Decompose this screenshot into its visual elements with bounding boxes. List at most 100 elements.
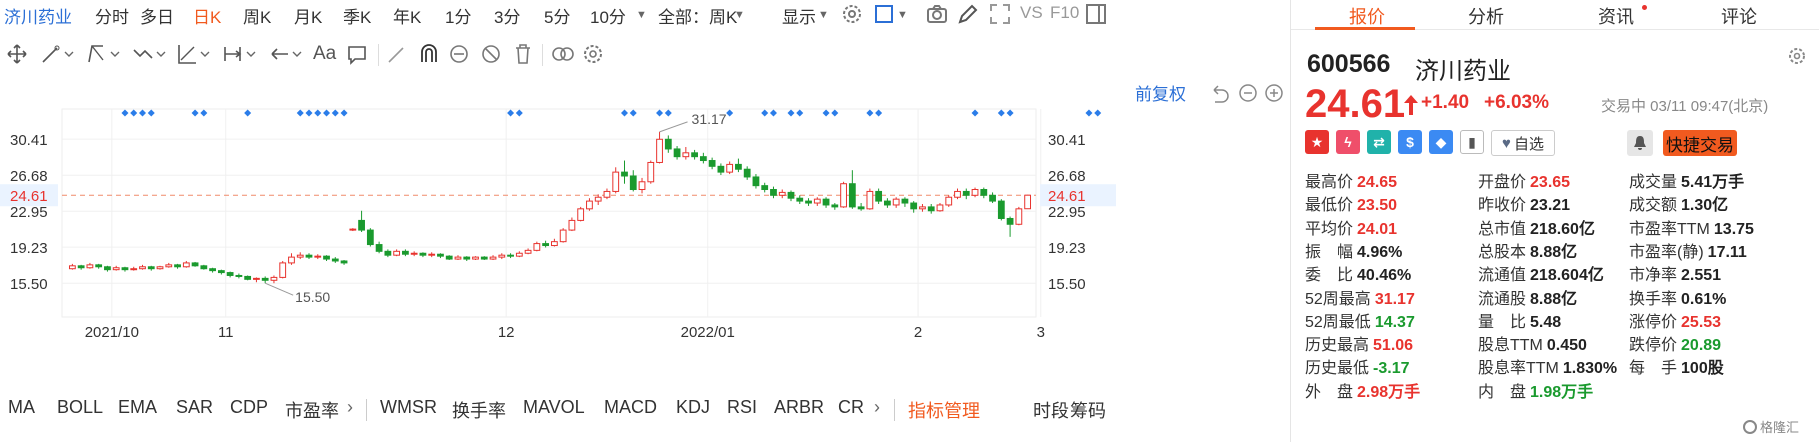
period-tab-5min[interactable]: 5分 [544, 3, 570, 28]
candle-body [86, 264, 94, 269]
high-annotation-line [659, 121, 688, 133]
tab-comments[interactable]: 评论 [1721, 3, 1757, 29]
adjust-dropdown[interactable]: 前复权 [1135, 80, 1186, 105]
f10-button[interactable]: F10 [1050, 3, 1079, 23]
indicator-pe[interactable]: 市盈率 [285, 397, 339, 423]
chart-canvas[interactable]: 30.41 30.41 26.68 26.68 22.95 22.95 19.23 19.23… [0, 105, 1290, 385]
period-tab-3min[interactable]: 3分 [494, 3, 520, 28]
pencil-icon[interactable] [956, 2, 980, 26]
candlestick-chart[interactable]: 30.41 30.41 26.68 26.68 22.95 22.95 19.23 19.23… [0, 105, 1290, 385]
camera-icon[interactable] [925, 2, 949, 26]
chevron-right-icon[interactable]: › [347, 397, 353, 418]
settings-icon[interactable] [582, 40, 604, 68]
range-tool-icon[interactable] [222, 40, 262, 68]
tab-quote[interactable]: 报价 [1349, 3, 1385, 29]
indicator-cr[interactable]: CR [838, 397, 864, 418]
text-tool[interactable]: Aa [313, 40, 336, 68]
tag-icon[interactable]: ◆ [1429, 130, 1453, 154]
indicator-boll[interactable]: BOLL [57, 397, 103, 418]
indicator-manage-button[interactable]: 指标管理 [908, 397, 980, 423]
period-tab-quarterly[interactable]: 季K [343, 3, 371, 28]
arrow-tool-icon[interactable] [268, 40, 308, 68]
tab-analysis[interactable]: 分析 [1468, 3, 1504, 29]
indicator-cdp[interactable]: CDP [230, 397, 268, 418]
indicator-mavol[interactable]: MAVOL [523, 397, 585, 418]
scope-dropdown[interactable]: 全部：周K [658, 3, 737, 28]
hide-tool-icon[interactable] [480, 40, 502, 68]
price-change: +1.40 [1421, 92, 1470, 113]
period-tab-daily[interactable]: 日K [193, 3, 221, 28]
stat-row: 委 比 40.46% [1305, 261, 1411, 285]
indicator-rsi[interactable]: RSI [727, 397, 757, 418]
session-button[interactable]: 时段 [1033, 397, 1069, 423]
indicator-ma[interactable]: MA [8, 397, 35, 418]
candle-body [349, 228, 357, 231]
chevron-down-icon[interactable]: ▼ [897, 9, 908, 21]
comment-tool-icon[interactable] [346, 40, 368, 68]
event-marker [796, 109, 804, 117]
shuffle-icon[interactable]: ⇄ [1367, 130, 1391, 154]
chevron-down-icon[interactable]: ▼ [636, 9, 647, 21]
dollar-icon[interactable]: $ [1398, 130, 1422, 154]
line-tool-icon[interactable] [40, 40, 80, 68]
quick-trade-button[interactable]: 快捷交易 [1663, 130, 1737, 156]
display-dropdown[interactable]: 显示 [782, 3, 816, 28]
chevron-down-icon[interactable]: ▼ [734, 9, 745, 21]
indicator-arbr[interactable]: ARBR [774, 397, 824, 418]
chips-button[interactable]: 筹码 [1070, 397, 1106, 423]
magnet-icon[interactable] [418, 40, 440, 68]
period-tab-intraday[interactable]: 分时 [95, 3, 129, 28]
trash-icon[interactable] [512, 40, 534, 68]
indicator-kdj[interactable]: KDJ [676, 397, 710, 418]
stat-row: 涨停价 25.53 [1629, 308, 1721, 332]
zoom-in-icon[interactable] [1265, 84, 1283, 102]
watchlist-button[interactable]: ♥ 自选 [1491, 130, 1555, 156]
event-marker [726, 109, 734, 117]
candle-body [270, 276, 278, 281]
period-tab-yearly[interactable]: 年K [393, 3, 421, 28]
stat-value: 0.450 [1546, 337, 1587, 355]
chevron-right-icon[interactable]: › [874, 397, 880, 418]
square-icon[interactable] [872, 2, 896, 26]
vs-button[interactable]: VS [1020, 3, 1043, 23]
period-tab-monthly[interactable]: 月K [294, 3, 322, 28]
stat-value: 100股 [1681, 360, 1724, 378]
event-marker [244, 109, 252, 117]
stat-value: 17.11 [1707, 243, 1747, 261]
china-flag-icon[interactable]: ★ [1305, 130, 1329, 154]
period-tab-multiday[interactable]: 多日 [140, 3, 174, 28]
tab-news[interactable]: 资讯 [1598, 3, 1634, 29]
sidebar-toggle-icon[interactable] [1084, 2, 1108, 26]
chevron-down-icon[interactable]: ▼ [818, 9, 829, 21]
indicator-wmsr[interactable]: WMSR [380, 397, 437, 418]
undo-icon[interactable] [1213, 85, 1229, 103]
alert-button[interactable] [1627, 130, 1653, 156]
gear-icon[interactable] [840, 2, 864, 26]
indicator-sar[interactable]: SAR [176, 397, 213, 418]
move-icon[interactable] [6, 40, 28, 68]
lock-tool-icon[interactable] [448, 40, 470, 68]
candle-body [875, 190, 883, 202]
wave-tool-icon[interactable] [132, 40, 172, 68]
hot-icon[interactable]: ϟ [1336, 130, 1360, 154]
zoom-out-icon[interactable] [1239, 84, 1257, 102]
period-tab-1min[interactable]: 1分 [445, 3, 471, 28]
stat-label: 跌停价 [1629, 337, 1678, 355]
stat-value: 8.88亿 [1530, 290, 1578, 308]
indicator-ema[interactable]: EMA [118, 397, 157, 418]
period-tab-weekly[interactable]: 周K [243, 3, 271, 28]
fibonacci-tool-icon[interactable] [176, 40, 216, 68]
candle-body [296, 254, 304, 258]
indicator-turnover[interactable]: 换手率 [452, 397, 506, 423]
period-tab-10min[interactable]: 10分 [590, 3, 626, 28]
settings-icon[interactable] [1787, 46, 1807, 66]
stock-name-tab[interactable]: 济川药业 [4, 3, 72, 28]
indicator-macd[interactable]: MACD [604, 397, 657, 418]
x-tick-label: 3 [1037, 324, 1045, 341]
candle-body [612, 171, 620, 192]
bookmark-icon[interactable]: ▮ [1460, 130, 1484, 154]
link-tool-icon[interactable] [550, 40, 576, 68]
channel-tool-icon[interactable] [86, 40, 126, 68]
ray-tool-icon[interactable] [386, 40, 408, 68]
fullscreen-icon[interactable] [988, 2, 1012, 26]
